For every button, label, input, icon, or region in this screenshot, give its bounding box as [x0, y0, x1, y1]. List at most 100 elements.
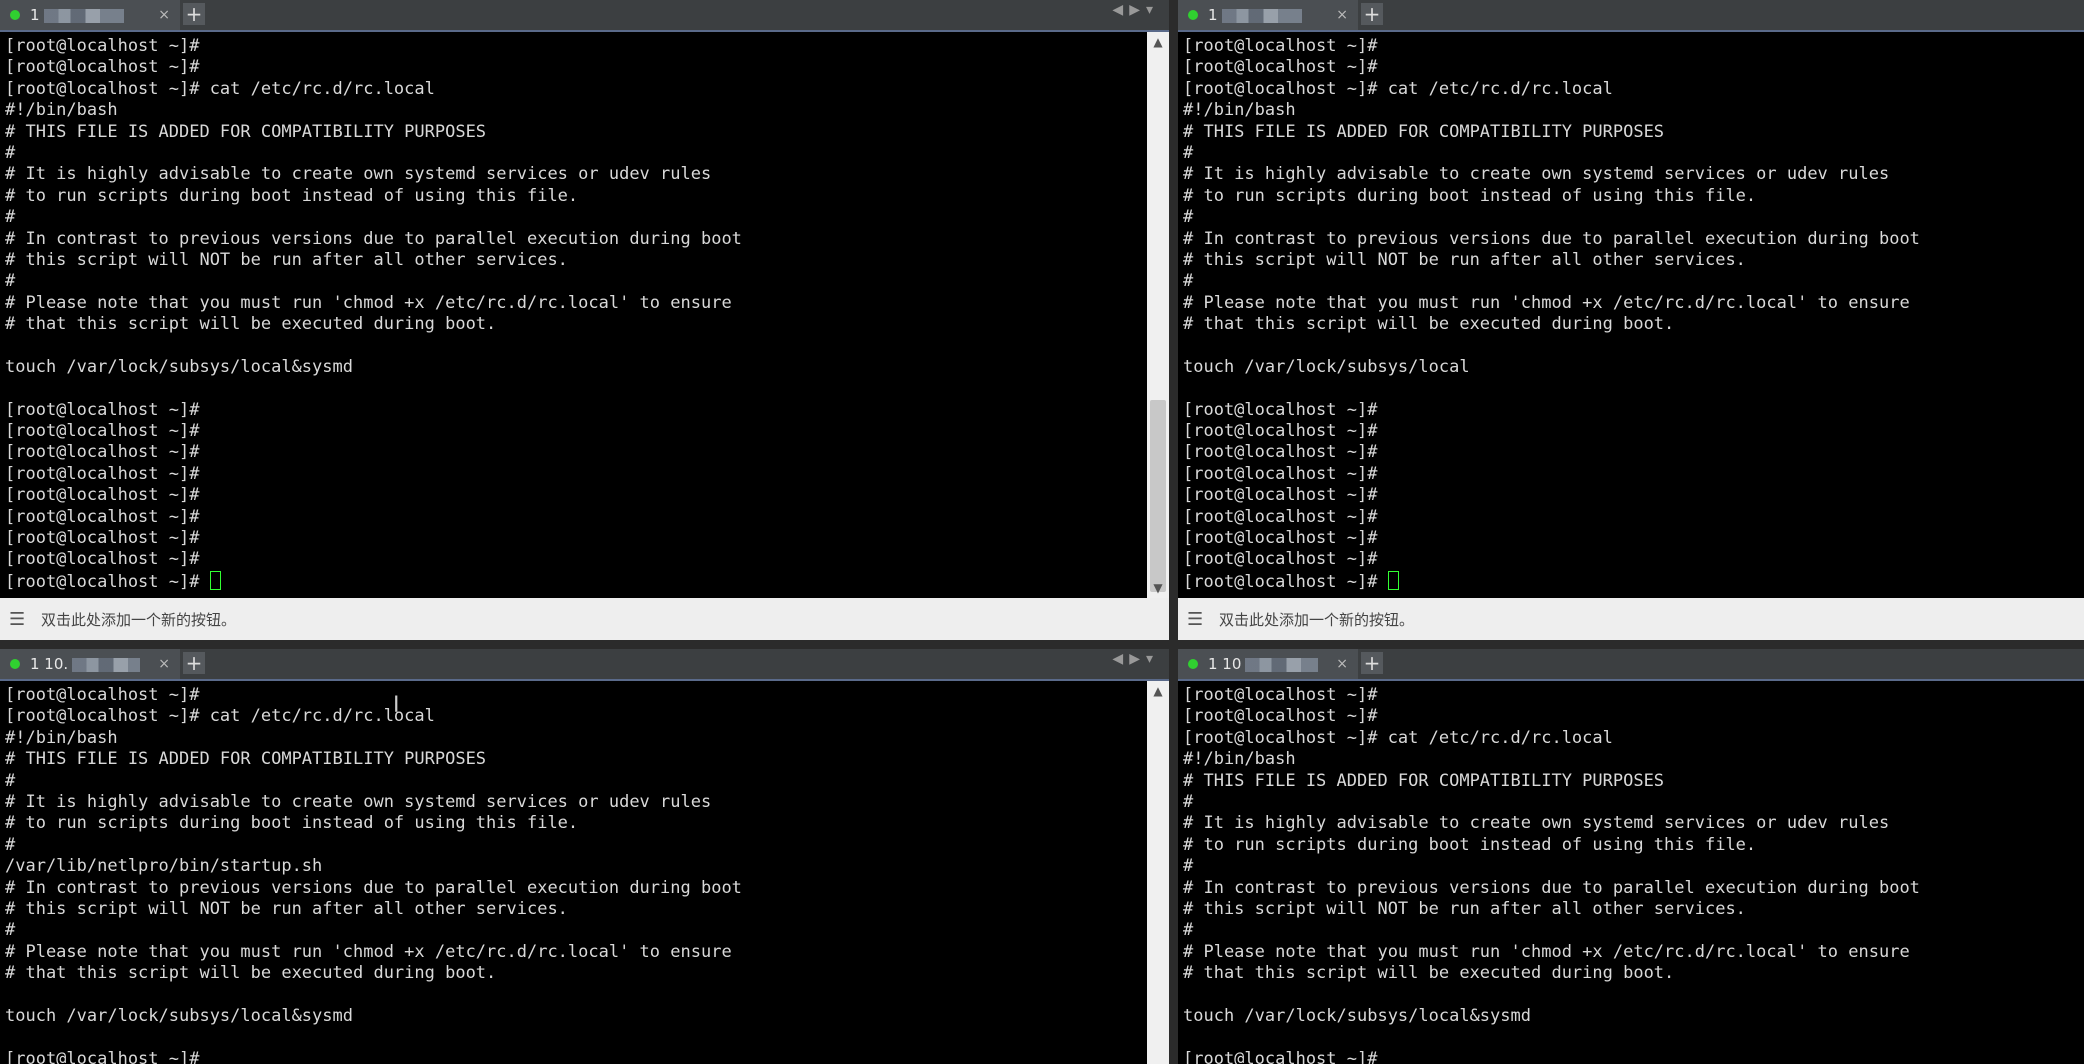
- terminal-line: # that this script will be executed duri…: [1183, 963, 1675, 984]
- tab-scroll-left-icon[interactable]: ◀: [1112, 2, 1129, 18]
- scroll-up-icon[interactable]: ▲: [1147, 32, 1169, 52]
- terminal-line: #: [1183, 920, 1194, 941]
- hamburger-menu-icon[interactable]: ☰: [9, 609, 27, 630]
- quick-command-bar[interactable]: ☰ 双击此处添加一个新的按钮。: [1178, 598, 2084, 640]
- close-tab-icon[interactable]: ×: [158, 656, 170, 672]
- quick-command-bar[interactable]: ☰ 双击此处添加一个新的按钮。: [0, 598, 1169, 640]
- session-pane-top-right[interactable]: 1 × + [root@localhost ~]# [root@localhost…: [1178, 0, 2084, 640]
- terminal-line: # that this script will be executed duri…: [5, 314, 497, 335]
- terminal-line: [root@localhost ~]#: [5, 442, 200, 463]
- redacted-host-mosaic: [72, 657, 140, 672]
- scrollbar-thumb[interactable]: [1150, 400, 1166, 592]
- tab-list-menu-icon[interactable]: ▾: [1146, 2, 1159, 18]
- close-tab-icon[interactable]: ×: [1336, 656, 1348, 672]
- terminal-line: [root@localhost ~]#: [5, 57, 200, 78]
- terminal-line: # THIS FILE IS ADDED FOR COMPATIBILITY P…: [5, 749, 487, 770]
- terminal-line: #: [5, 271, 16, 292]
- terminal-line: # Please note that you must run 'chmod +…: [5, 292, 732, 313]
- terminal-line: # this script will NOT be run after all …: [1183, 249, 1746, 270]
- session-pane-top-left[interactable]: 1 × + ◀▶▾ [root@localhost ~]# [root@local…: [0, 0, 1169, 640]
- terminal-line: [root@localhost ~]#: [1183, 463, 1378, 484]
- terminal-output[interactable]: [root@localhost ~]# [root@localhost ~]# c…: [0, 681, 1147, 1064]
- add-tab-button[interactable]: +: [183, 3, 205, 25]
- terminal-line: #: [5, 920, 16, 941]
- close-tab-icon[interactable]: ×: [158, 7, 170, 23]
- terminal-line: # to run scripts during boot instead of …: [1183, 185, 1757, 206]
- terminal-line: #: [5, 142, 16, 163]
- quick-command-hint[interactable]: 双击此处添加一个新的按钮。: [1219, 609, 1414, 630]
- session-pane-bottom-left[interactable]: 1 10. × + ◀▶▾ [root@localhost ~]# [root@l…: [0, 649, 1169, 1064]
- tab-scroll-right-icon[interactable]: ▶: [1129, 651, 1146, 667]
- add-tab-button[interactable]: +: [183, 652, 205, 674]
- terminal-line: [root@localhost ~]#: [1183, 506, 1378, 527]
- terminal-line: # that this script will be executed duri…: [1183, 314, 1675, 335]
- terminal-line: [root@localhost ~]#: [1183, 421, 1378, 442]
- terminal-line: touch /var/lock/subsys/local&sysmd: [5, 1005, 353, 1026]
- session-pane-bottom-right[interactable]: 1 10 × + [root@localhost ~]# [root@localh…: [1178, 649, 2084, 1064]
- terminal-line: [root@localhost ~]#: [1183, 36, 1378, 56]
- session-tab-title: 1 10: [1208, 655, 1318, 673]
- terminal-line: #: [5, 770, 16, 791]
- terminal-line: [root@localhost ~]#: [5, 36, 200, 56]
- terminal-line: #!/bin/bash: [1183, 749, 1296, 770]
- terminal-line: [root@localhost ~]#: [1183, 57, 1378, 78]
- add-tab-button[interactable]: +: [1361, 652, 1383, 674]
- close-tab-icon[interactable]: ×: [1336, 7, 1348, 23]
- terminal-line: [root@localhost ~]#: [1183, 570, 2084, 592]
- terminal-line: [root@localhost ~]#: [5, 685, 200, 705]
- session-tab[interactable]: 1 ×: [0, 0, 180, 30]
- tab-bar: 1 10. × + ◀▶▾: [0, 649, 1169, 681]
- terminal-line: # this script will NOT be run after all …: [5, 249, 568, 270]
- connected-status-icon: [10, 10, 20, 20]
- hamburger-menu-icon[interactable]: ☰: [1187, 609, 1205, 630]
- redacted-host-mosaic: [1221, 8, 1302, 23]
- session-tab[interactable]: 1 ×: [1178, 0, 1358, 30]
- terminal-output[interactable]: [root@localhost ~]# [root@localhost ~]# [r…: [1178, 681, 2084, 1064]
- tab-navigation: ◀▶▾: [1112, 651, 1159, 667]
- terminal-line: [root@localhost ~]#: [1183, 399, 1378, 420]
- terminal-line: [root@localhost ~]#: [5, 421, 200, 442]
- tab-bar: 1 × +: [1178, 0, 2084, 32]
- add-tab-button[interactable]: +: [1361, 3, 1383, 25]
- redacted-host-mosaic: [43, 8, 124, 23]
- text-cursor-icon: Ι: [393, 693, 400, 718]
- terminal-line: # THIS FILE IS ADDED FOR COMPATIBILITY P…: [5, 121, 487, 142]
- terminal-line: #!/bin/bash: [1183, 100, 1296, 121]
- terminal-line: #: [1183, 207, 1194, 228]
- terminal-line: touch /var/lock/subsys/local&sysmd: [1183, 1005, 1531, 1026]
- session-tab-title: 1: [1208, 6, 1318, 24]
- terminal-line: #!/bin/bash: [5, 100, 118, 121]
- connected-status-icon: [10, 659, 20, 669]
- terminal-line: [root@localhost ~]#: [1183, 442, 1378, 463]
- terminal-line: # THIS FILE IS ADDED FOR COMPATIBILITY P…: [1183, 770, 1665, 791]
- session-tab[interactable]: 1 10. ×: [0, 649, 180, 679]
- terminal-line: [root@localhost ~]# cat /etc/rc.d/rc.loc…: [1183, 78, 1613, 99]
- terminal-scrollbar[interactable]: ▲ ▼: [1147, 32, 1169, 598]
- tab-bar: 1 10 × +: [1178, 649, 2084, 681]
- terminal-line: [root@localhost ~]#: [5, 527, 200, 548]
- quick-command-hint[interactable]: 双击此处添加一个新的按钮。: [41, 609, 236, 630]
- session-tab[interactable]: 1 10 ×: [1178, 649, 1358, 679]
- tab-navigation: ◀▶▾: [1112, 2, 1159, 18]
- terminal-line: # to run scripts during boot instead of …: [1183, 834, 1757, 855]
- terminal-output[interactable]: [root@localhost ~]# [root@localhost ~]# [r…: [0, 32, 1147, 598]
- terminal-line: [root@localhost ~]# cat /etc/rc.d/rc.loc…: [5, 706, 435, 727]
- tab-list-menu-icon[interactable]: ▾: [1146, 651, 1159, 667]
- terminal-line: [root@localhost ~]#: [1183, 527, 1378, 548]
- session-tab-title: 1 10.: [30, 655, 140, 673]
- tab-scroll-right-icon[interactable]: ▶: [1129, 2, 1146, 18]
- tab-scroll-left-icon[interactable]: ◀: [1112, 651, 1129, 667]
- terminal-line: # that this script will be executed duri…: [5, 963, 497, 984]
- terminal-line: [root@localhost ~]# cat /etc/rc.d/rc.loc…: [1183, 727, 1613, 748]
- scroll-down-icon[interactable]: ▼: [1147, 578, 1169, 598]
- connected-status-icon: [1188, 659, 1198, 669]
- terminal-scrollbar[interactable]: ▲: [1147, 681, 1169, 1064]
- terminal-line: #: [1183, 791, 1194, 812]
- terminal-line: # this script will NOT be run after all …: [5, 898, 568, 919]
- terminal-line: [root@localhost ~]# cat /etc/rc.d/rc.loc…: [5, 78, 435, 99]
- terminal-output[interactable]: [root@localhost ~]# [root@localhost ~]# [r…: [1178, 32, 2084, 598]
- scroll-up-icon[interactable]: ▲: [1147, 681, 1169, 701]
